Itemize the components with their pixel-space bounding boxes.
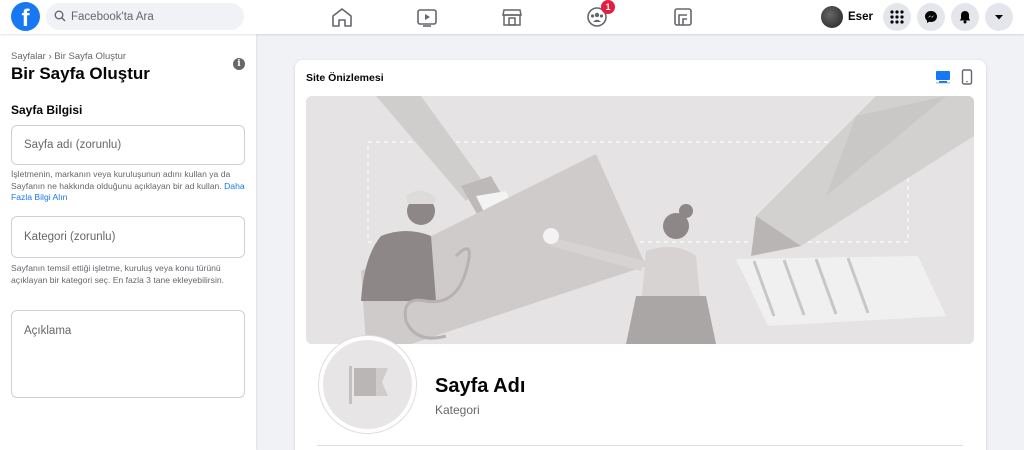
watch-icon[interactable] [415,6,439,28]
cover-photo-illustration[interactable] [306,96,974,344]
groups-notification-badge: 1 [601,0,615,14]
page-title: Bir Sayfa Oluştur [11,64,150,83]
menu-button[interactable] [883,3,911,31]
notifications-icon [959,11,971,24]
desktop-view-icon[interactable] [935,70,951,84]
divider [317,445,963,446]
mobile-view-icon[interactable] [961,69,973,85]
category-placeholder: Kategori (zorunlu) [24,231,116,243]
create-page-panel: Sayfalar › Bir Sayfa Oluştur Bir Sayfa O… [0,34,256,450]
page-name-help-text: İşletmenin, markanın veya kuruluşunun ad… [11,169,249,204]
gaming-icon[interactable] [671,6,695,28]
info-icon[interactable]: i [233,58,245,70]
profile-picture-placeholder[interactable] [319,336,416,433]
search-input[interactable] [71,3,236,30]
page-name-placeholder: Sayfa adı (zorunlu) [24,139,122,151]
preview-category: Kategori [435,403,480,417]
cover-illustration-image [306,96,974,344]
top-navigation-bar: f 1 Eser [0,0,1024,34]
search-bar[interactable] [46,3,244,30]
breadcrumb[interactable]: Sayfalar › Bir Sayfa Oluştur [11,51,126,62]
section-title: Sayfa Bilgisi [11,103,83,117]
category-help-text: Sayfanın temsil ettiği işletme, kuruluş … [11,263,225,285]
chevron-down-icon [995,15,1003,20]
home-icon[interactable] [330,6,354,28]
facebook-logo[interactable]: f [11,2,40,31]
notifications-button[interactable] [951,3,979,31]
description-field[interactable]: Açıklama [11,310,245,398]
messenger-icon [925,11,937,23]
search-icon [54,10,66,22]
marketplace-icon[interactable] [500,6,524,28]
account-menu-button[interactable] [985,3,1013,31]
site-preview-card: Site Önizlemesi Sayfa Adı Kategori [295,60,986,450]
flag-icon [349,366,388,404]
category-field[interactable]: Kategori (zorunlu) [11,216,245,258]
preview-title: Site Önizlemesi [306,72,384,84]
messenger-button[interactable] [917,3,945,31]
menu-grid-icon [890,10,904,24]
description-placeholder: Açıklama [24,325,72,337]
page-name-help: İşletmenin, markanın veya kuruluşunun ad… [11,169,231,191]
avatar [821,5,843,28]
profile-name: Eser [848,10,873,23]
preview-page-name: Sayfa Adı [435,375,526,397]
page-name-field[interactable]: Sayfa adı (zorunlu) [11,125,245,165]
profile-shortcut[interactable]: Eser [818,4,873,29]
